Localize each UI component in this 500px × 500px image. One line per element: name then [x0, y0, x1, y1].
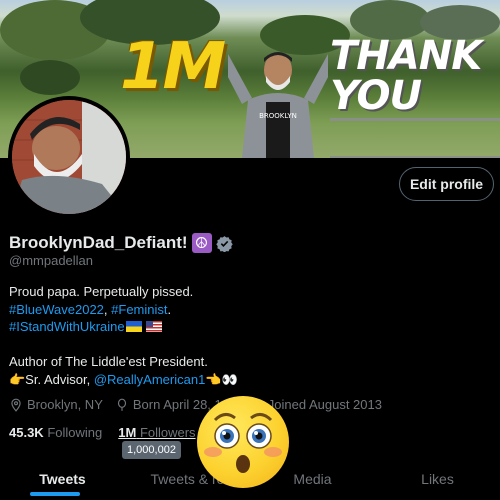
- bio: Proud papa. Perpetually pissed. #BlueWav…: [9, 283, 489, 388]
- bio-advisor-line: 👉Sr. Advisor, @ReallyAmerican1👈👀: [9, 371, 489, 389]
- flushed-face-icon: [197, 396, 289, 488]
- banner-thank-line: THANK: [330, 33, 482, 79]
- handle: @mmpadellan: [9, 253, 94, 268]
- banner-person: BROOKLYN: [228, 52, 328, 158]
- hashtag-bluewave[interactable]: #BlueWave2022: [9, 302, 104, 317]
- banner-fence: [330, 118, 500, 158]
- followers-count: 1M: [118, 425, 137, 440]
- banner-thank-you-text: THANK YOU: [330, 33, 482, 119]
- bio-period: .: [167, 301, 172, 317]
- banner-1m-text: 1M: [120, 30, 226, 104]
- tab-likes[interactable]: Likes: [375, 458, 500, 500]
- edit-profile-button[interactable]: Edit profile: [399, 167, 494, 201]
- bio-advisor-prefix: 👉Sr. Advisor,: [9, 371, 94, 387]
- bio-line: Proud papa. Perpetually pissed.: [9, 284, 194, 299]
- following-count: 45.3K: [9, 425, 44, 440]
- bio-hashtags: #BlueWave2022, #Feminist.: [9, 301, 489, 319]
- us-flag-icon: [146, 321, 163, 332]
- location-pin-icon: [11, 398, 21, 412]
- followers-link[interactable]: 1M Followers: [118, 425, 195, 440]
- avatar-photo: [12, 100, 126, 214]
- bio-ukraine-line: #IStandWithUkraine: [9, 318, 489, 336]
- hashtag-ukraine[interactable]: #IStandWithUkraine: [9, 319, 125, 334]
- follow-stats: 45.3K Following 1M Followers: [9, 425, 196, 440]
- hashtag-feminist[interactable]: #Feminist: [111, 302, 167, 317]
- banner-bush: [20, 60, 80, 95]
- peace-icon: ☮: [191, 233, 212, 253]
- balloon-icon: [117, 398, 126, 411]
- tab-tweets[interactable]: Tweets: [0, 458, 125, 500]
- avatar[interactable]: [8, 96, 130, 218]
- flushed-face-features: [204, 413, 282, 473]
- mention-reallyamerican[interactable]: @ReallyAmerican1: [94, 372, 205, 387]
- location-item: Brooklyn, NY: [9, 397, 103, 412]
- followers-tooltip: 1,000,002: [122, 441, 181, 459]
- followers-label: Followers: [139, 425, 196, 440]
- ukraine-flag-icon: [125, 321, 142, 332]
- location-text: Brooklyn, NY: [27, 397, 103, 412]
- following-label: Following: [47, 425, 103, 440]
- banner-shirt-text: BROOKLYN: [259, 112, 297, 120]
- banner-you-line: YOU: [330, 73, 422, 119]
- bio-advisor-suffix: 👈👀: [205, 371, 238, 387]
- following-link[interactable]: 45.3K Following: [9, 425, 102, 440]
- name-row: BrooklynDad_Defiant! ☮: [9, 233, 233, 253]
- verified-badge-icon[interactable]: [215, 235, 233, 252]
- display-name: BrooklynDad_Defiant!: [9, 233, 188, 252]
- bio-line: Author of The Liddle'est President.: [9, 354, 208, 369]
